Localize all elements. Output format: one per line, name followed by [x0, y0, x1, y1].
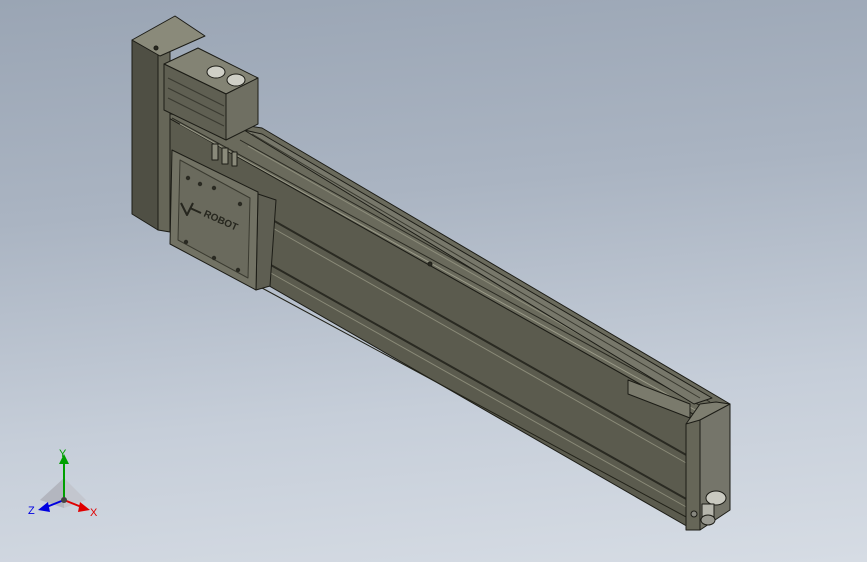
coordinate-triad: Y X Z [28, 448, 98, 519]
x-axis-label: X [90, 507, 98, 519]
y-axis-label: Y [59, 448, 67, 460]
x-axis-arrow [78, 502, 90, 512]
z-axis-arrow [38, 502, 50, 512]
rail-front-face [157, 111, 701, 529]
rail-marker [427, 261, 433, 267]
z-axis-label: Z [28, 505, 35, 517]
triad-origin [61, 497, 67, 503]
mount-screw [153, 45, 159, 51]
model-viewport[interactable]: ROBOT [0, 0, 867, 562]
motor-mount-side [131, 39, 159, 231]
linear-actuator-model[interactable]: ROBOT [131, 15, 731, 531]
